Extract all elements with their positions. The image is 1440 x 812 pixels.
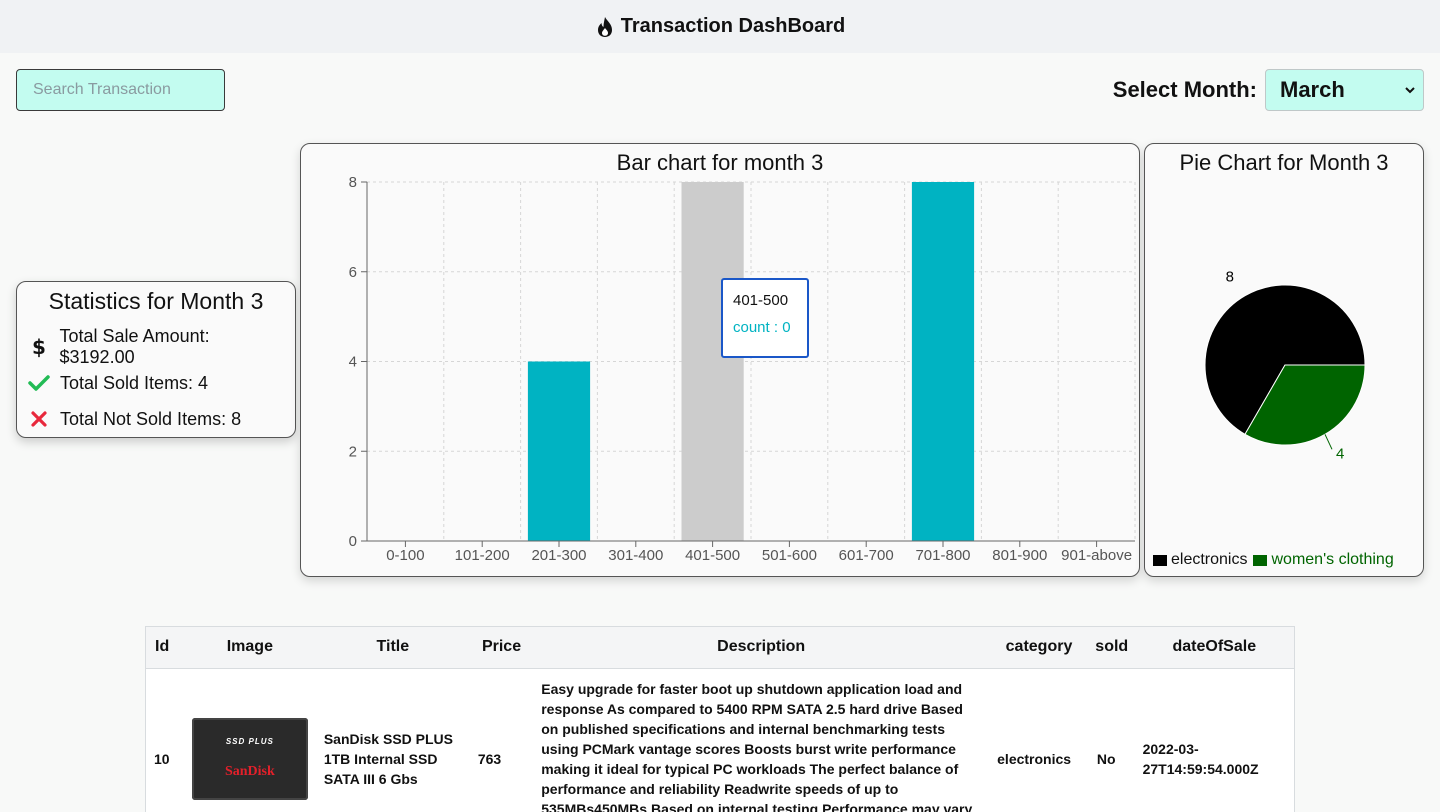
cross-icon	[27, 411, 51, 427]
tooltip-label: 401-500	[733, 292, 789, 309]
column-header: Title	[376, 638, 410, 656]
table-header-row: Id Image Title Price Description categor…	[146, 627, 1294, 668]
tooltip-value: count : 0	[733, 319, 791, 336]
legend-item-electronics[interactable]: electronics	[1153, 551, 1247, 569]
transactions-table: Id Image Title Price Description categor…	[145, 626, 1295, 812]
bar-chart: 0 2 4 6 8 0-100 101-200 201-300 301-400 401-500 50…	[349, 174, 1136, 564]
cell-image: SSD PLUS SanDisk	[184, 668, 316, 812]
stat-text: Total Sold Items: 4	[60, 372, 209, 393]
stat-total-sale: $ Total Sale Amount: $3192.00	[27, 326, 285, 367]
x-tick-label: 301-400	[608, 547, 663, 564]
column-header: Description	[717, 638, 806, 656]
stat-sold-items: Total Sold Items: 4	[27, 365, 285, 401]
legend-label: electronics	[1171, 551, 1248, 568]
pie-legend: electronics women's clothing	[1153, 551, 1400, 569]
column-header: Price	[481, 638, 522, 656]
month-select-value: March	[1280, 77, 1345, 102]
x-tick-label: 401-500	[685, 547, 740, 564]
pie-chart-card: 84 Pie Chart for Month 3 electronics wom…	[1144, 143, 1424, 577]
cell-date: 2022-03-27T14:59:54.000Z	[1142, 740, 1259, 777]
check-icon	[27, 374, 51, 392]
product-image-brand: SanDisk	[224, 764, 275, 779]
month-selector: Select Month: March	[1113, 69, 1424, 111]
y-tick-label: 4	[349, 354, 357, 371]
cell-price: 763	[477, 750, 502, 767]
statistics-card: Statistics for Month 3 $ Total Sale Amou…	[16, 281, 296, 438]
pie-label-line	[1324, 434, 1333, 450]
top-header: Transaction DashBoard	[0, 0, 1440, 53]
cell-description: Easy upgrade for faster boot up shutdown…	[541, 680, 973, 812]
column-header: sold	[1095, 638, 1129, 656]
product-image: SSD PLUS SanDisk	[191, 717, 308, 800]
stat-not-sold-items: Total Not Sold Items: 8	[27, 401, 285, 437]
statistics-title: Statistics for Month 3	[48, 288, 264, 314]
product-image-top-text: SSD PLUS	[225, 737, 274, 746]
month-select[interactable]: March	[1265, 69, 1424, 111]
y-tick-label: 6	[349, 264, 357, 281]
bar-701-800[interactable]	[911, 182, 975, 541]
x-tick-label: 801-900	[992, 547, 1047, 564]
column-header: Image	[226, 638, 273, 656]
app-title: Transaction DashBoard	[620, 15, 846, 37]
stat-text: Total Not Sold Items: 8	[60, 408, 242, 429]
pie-value-label: 8	[1226, 269, 1234, 286]
column-header: Id	[155, 638, 170, 656]
cell-id: 10	[154, 750, 170, 767]
x-tick-label: 601-700	[839, 547, 894, 564]
svg-text:$: $	[32, 336, 46, 358]
bar-chart-card: 0 2 4 6 8 0-100 101-200 201-300 301-400 401-500 50…	[300, 143, 1140, 577]
x-tick-label: 901-above	[1061, 547, 1132, 564]
column-header: category	[1005, 638, 1073, 656]
legend-label: women's clothing	[1271, 551, 1394, 568]
cell-category: electronics	[997, 750, 1072, 767]
legend-swatch	[1253, 554, 1268, 566]
chevron-down-icon	[1405, 83, 1415, 97]
bar-201-300[interactable]	[527, 361, 591, 542]
x-tick-label: 701-800	[915, 547, 970, 564]
column-header: dateOfSale	[1172, 638, 1257, 656]
x-tick-label: 501-600	[762, 547, 817, 564]
y-tick-label: 0	[349, 533, 357, 550]
pie-value-label: 4	[1336, 445, 1344, 462]
bar-hover-highlight	[681, 182, 744, 541]
pie-chart: 84	[1204, 269, 1366, 462]
legend-swatch	[1153, 554, 1167, 566]
x-tick-label: 201-300	[531, 547, 586, 564]
pie-chart-title: Pie Chart for Month 3	[1179, 150, 1389, 175]
dollar-icon: $	[27, 336, 51, 358]
y-tick-label: 8	[349, 174, 357, 191]
flame-icon	[595, 16, 615, 38]
cell-title: SanDisk SSD PLUS 1TB Internal SSD SATA I…	[323, 730, 453, 787]
y-tick-label: 2	[349, 443, 357, 460]
bar-chart-title: Bar chart for month 3	[616, 150, 824, 175]
table-row[interactable]: 10 SSD PLUS SanDisk SanDisk SSD PLUS 1TB…	[146, 668, 1294, 812]
search-input[interactable]	[16, 69, 225, 111]
stat-text: Total Sale Amount: $3192.00	[59, 326, 210, 367]
cell-sold: No	[1096, 750, 1116, 767]
x-tick-label: 101-200	[455, 547, 510, 564]
legend-item-womens-clothing[interactable]: women's clothing	[1253, 551, 1394, 569]
chart-tooltip: 401-500 count : 0	[721, 278, 809, 358]
x-tick-label: 0-100	[386, 547, 424, 564]
month-select-label: Select Month:	[1112, 77, 1257, 102]
